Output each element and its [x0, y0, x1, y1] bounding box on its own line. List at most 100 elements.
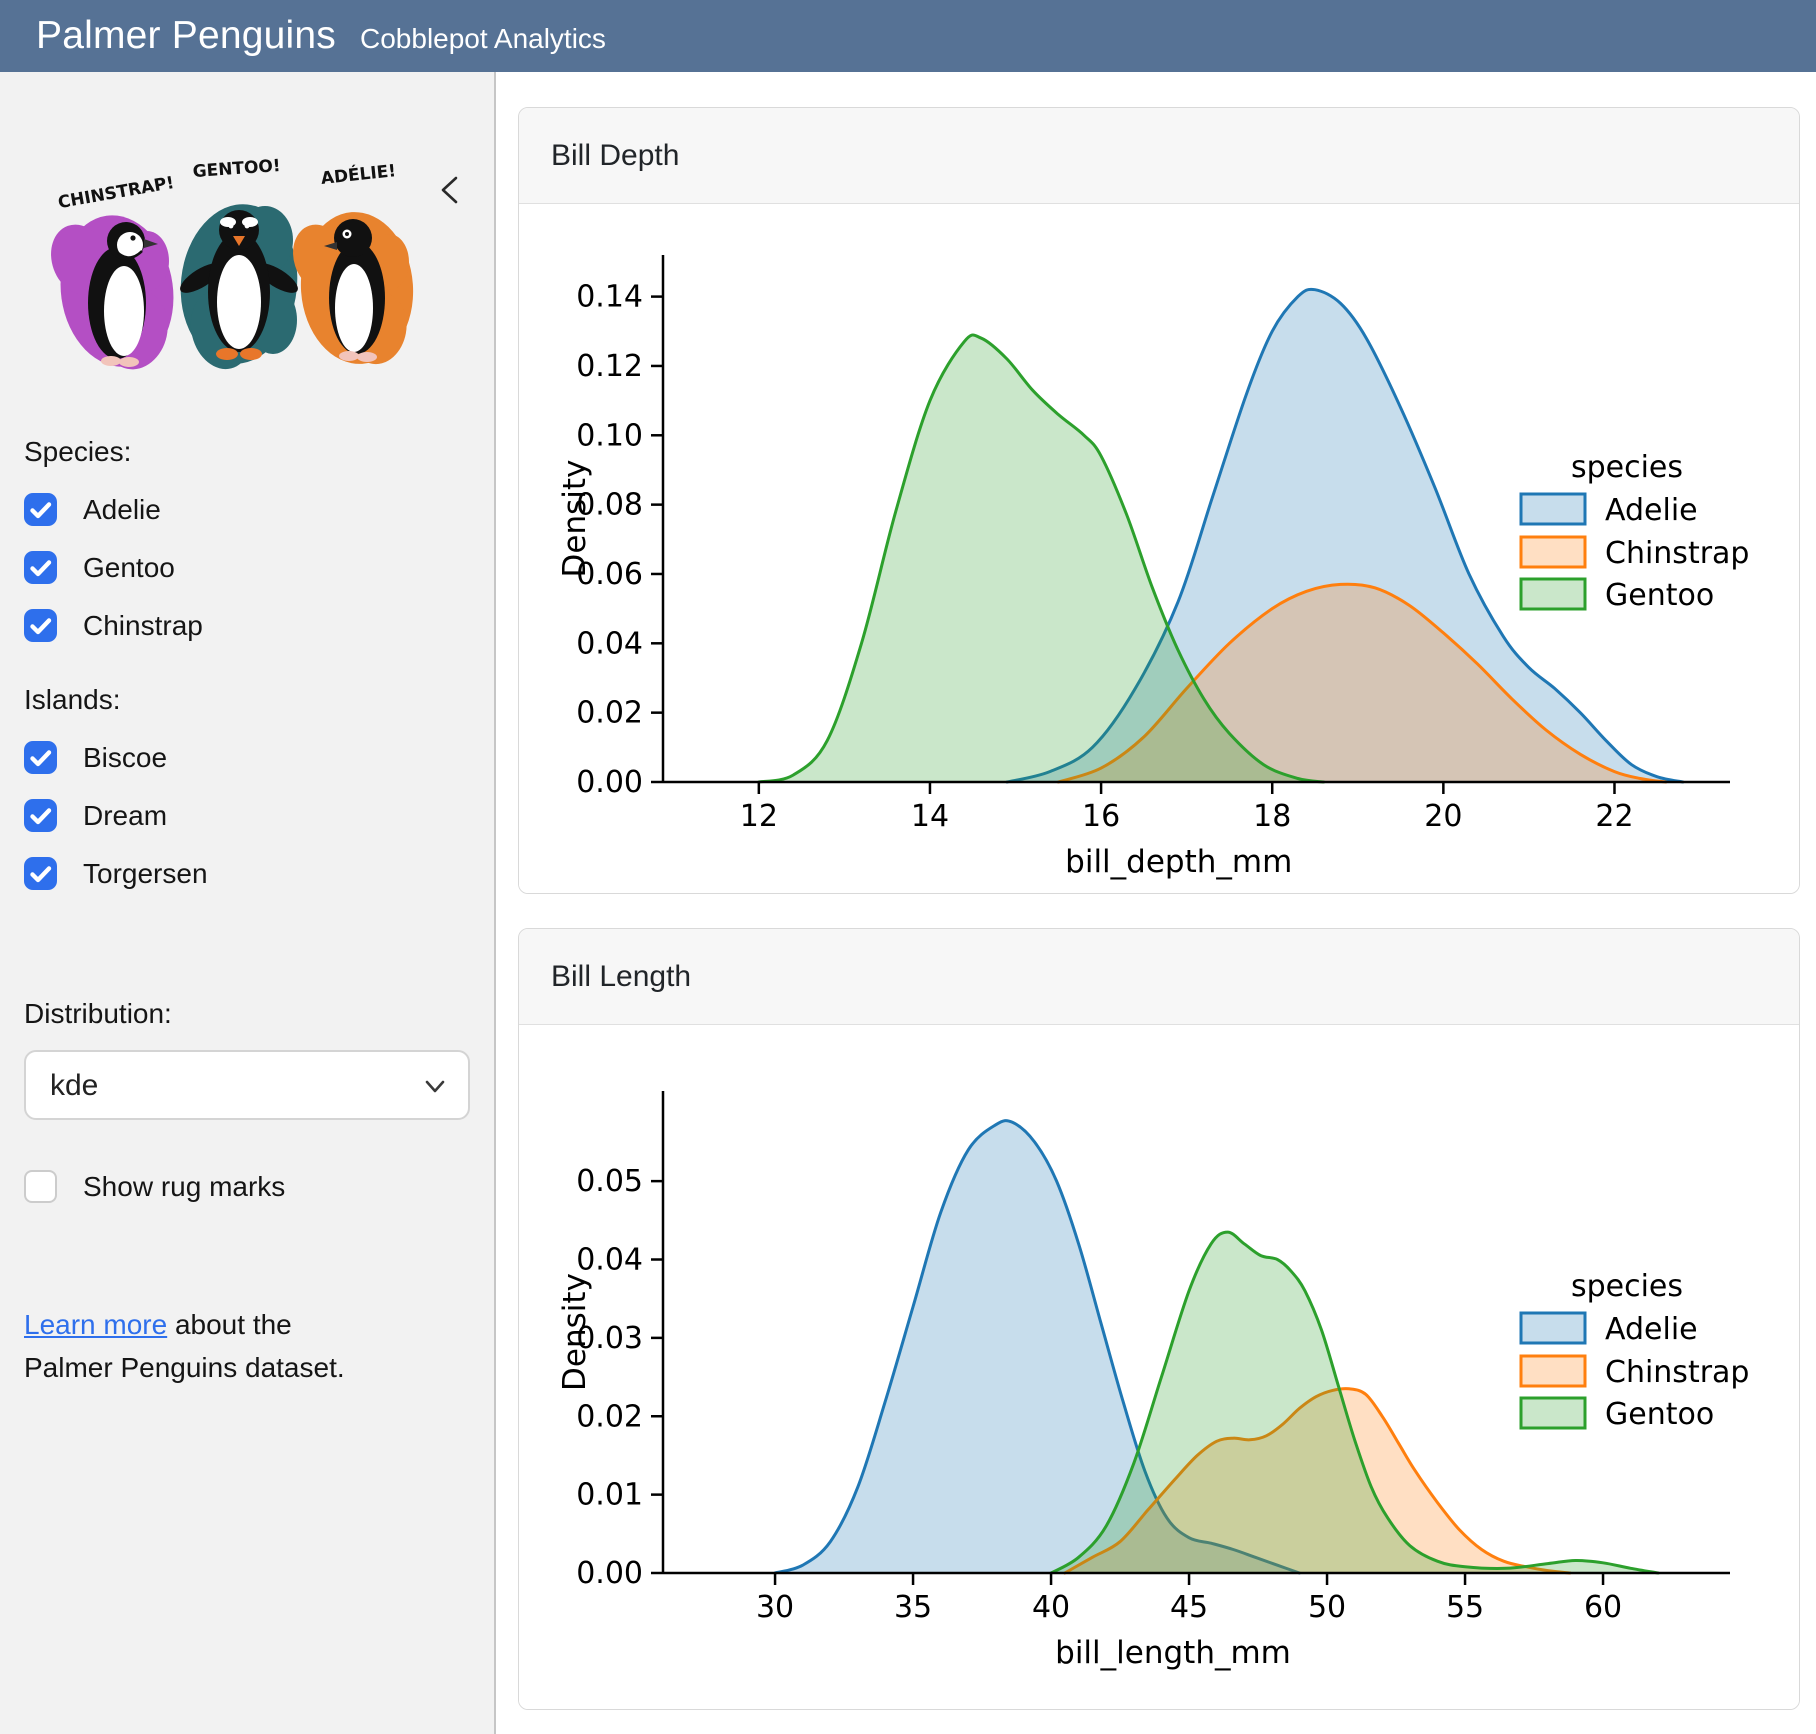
distribution-select[interactable]: kde	[24, 1050, 470, 1120]
bill-depth-card-body: 1214161820220.000.020.040.060.080.100.12…	[519, 204, 1799, 893]
rug-checkbox-label: Show rug marks	[83, 1171, 285, 1203]
islands-checklist: Biscoe Dream Torgersen	[24, 741, 470, 890]
y-tick-label: 0.05	[576, 1164, 643, 1199]
check-icon	[24, 551, 57, 584]
x-tick-label: 35	[894, 1590, 932, 1625]
sidebar: CHINSTRAP! GENTOO! ADÉLIE! Species: Adel…	[0, 72, 496, 1734]
x-axis-label: bill_depth_mm	[1065, 844, 1292, 880]
y-tick-label: 0.00	[576, 765, 643, 800]
learn-more-link[interactable]: Learn more	[24, 1309, 167, 1340]
islands-checkbox-biscoe[interactable]: Biscoe	[24, 741, 470, 774]
legend-label-gentoo: Gentoo	[1605, 578, 1714, 613]
bill-depth-card: Bill Depth 1214161820220.000.020.040.060…	[518, 107, 1800, 894]
legend-swatch-gentoo	[1521, 1398, 1585, 1428]
legend-swatch-adelie	[1521, 494, 1585, 524]
check-icon	[24, 799, 57, 832]
y-tick-label: 0.04	[576, 1243, 643, 1278]
y-axis-label: Density	[557, 460, 593, 578]
species-checkbox-gentoo[interactable]: Gentoo	[24, 551, 470, 584]
checkbox-label: Adelie	[83, 494, 161, 526]
legend-swatch-adelie	[1521, 1313, 1585, 1343]
legend-swatch-chinstrap	[1521, 1356, 1585, 1386]
x-tick-label: 45	[1170, 1590, 1208, 1625]
y-tick-label: 0.02	[576, 1399, 643, 1434]
sidebar-collapse-button[interactable]	[432, 172, 468, 208]
legend-label-chinstrap: Chinstrap	[1605, 1355, 1749, 1390]
y-tick-label: 0.01	[576, 1478, 643, 1513]
species-checklist: Adelie Gentoo Chinstrap	[24, 493, 470, 642]
checkbox-checked-icon[interactable]	[24, 609, 57, 642]
y-tick-label: 0.10	[576, 418, 643, 453]
checkbox-checked-icon[interactable]	[24, 741, 57, 774]
bill-depth-card-title: Bill Depth	[551, 139, 679, 173]
app-header-titles: Palmer Penguins Cobblepot Analytics	[36, 14, 606, 58]
artwork-label-gentoo: GENTOO!	[192, 156, 281, 182]
legend-label-chinstrap: Chinstrap	[1605, 536, 1749, 571]
y-tick-label: 0.14	[576, 280, 643, 315]
x-tick-label: 16	[1082, 799, 1120, 834]
distribution-label: Distribution:	[24, 998, 470, 1030]
checkbox-label: Gentoo	[83, 552, 175, 584]
x-tick-label: 40	[1032, 1590, 1070, 1625]
legend-label-adelie: Adelie	[1605, 1312, 1698, 1347]
bill-length-kde-chart: 303540455055600.000.010.020.030.040.05bi…	[519, 1025, 1799, 1709]
check-icon	[24, 493, 57, 526]
check-icon	[24, 741, 57, 774]
islands-section-label: Islands:	[24, 684, 470, 716]
legend-swatch-chinstrap	[1521, 537, 1585, 567]
bill-length-card-body: 303540455055600.000.010.020.030.040.05bi…	[519, 1025, 1799, 1709]
bill-length-card: Bill Length 30 35 40 45 50 55 60 0.00 0.01 0.02 0.…	[518, 928, 1800, 1710]
y-tick-label: 0.00	[576, 1556, 643, 1591]
legend-swatch-gentoo	[1521, 579, 1585, 609]
x-tick-label: 55	[1446, 1590, 1484, 1625]
species-checkbox-chinstrap[interactable]: Chinstrap	[24, 609, 470, 642]
x-tick-label: 60	[1584, 1590, 1622, 1625]
species-section-label: Species:	[24, 436, 470, 468]
rug-checkbox-row[interactable]: Show rug marks	[24, 1170, 470, 1203]
checkbox-label: Torgersen	[83, 858, 208, 890]
x-tick-label: 14	[911, 799, 949, 834]
chevron-left-icon	[432, 172, 468, 208]
app-title: Palmer Penguins	[36, 14, 336, 58]
bill-depth-kde-chart: 1214161820220.000.020.040.060.080.100.12…	[519, 204, 1799, 893]
legend-label-adelie: Adelie	[1605, 493, 1698, 528]
artwork-label-chinstrap: CHINSTRAP!	[57, 173, 176, 213]
species-checkbox-adelie[interactable]: Adelie	[24, 493, 470, 526]
bill-length-card-header: Bill Length	[519, 929, 1799, 1025]
bill-length-card-title: Bill Length	[551, 960, 691, 994]
artwork-label-adelie: ADÉLIE!	[320, 159, 397, 189]
penguins-artwork-image: CHINSTRAP! GENTOO! ADÉLIE!	[27, 106, 467, 396]
x-tick-label: 30	[756, 1590, 794, 1625]
checkbox-checked-icon[interactable]	[24, 551, 57, 584]
y-tick-label: 0.12	[576, 349, 643, 384]
check-icon	[24, 609, 57, 642]
app-subtitle: Cobblepot Analytics	[360, 23, 606, 55]
check-icon	[24, 857, 57, 890]
bill-depth-card-header: Bill Depth	[519, 108, 1799, 204]
x-tick-label: 22	[1595, 799, 1633, 834]
islands-checkbox-torgersen[interactable]: Torgersen	[24, 857, 470, 890]
checkbox-label: Chinstrap	[83, 610, 203, 642]
y-tick-label: 0.02	[576, 696, 643, 731]
islands-checkbox-dream[interactable]: Dream	[24, 799, 470, 832]
rug-checkbox[interactable]	[24, 1170, 57, 1203]
legend-label-gentoo: Gentoo	[1605, 1397, 1714, 1432]
x-axis-label: bill_length_mm	[1055, 1635, 1291, 1671]
x-tick-label: 20	[1424, 799, 1462, 834]
distribution-select-wrap: kde	[24, 1050, 470, 1120]
checkbox-label: Biscoe	[83, 742, 167, 774]
x-tick-label: 50	[1308, 1590, 1346, 1625]
app-root: Palmer Penguins Cobblepot Analytics	[0, 0, 1816, 1734]
checkbox-checked-icon[interactable]	[24, 493, 57, 526]
checkbox-checked-icon[interactable]	[24, 799, 57, 832]
legend-title: species	[1571, 450, 1683, 485]
legend-title: species	[1571, 1269, 1683, 1304]
x-tick-label: 18	[1253, 799, 1291, 834]
checkbox-checked-icon[interactable]	[24, 857, 57, 890]
app-body: CHINSTRAP! GENTOO! ADÉLIE! Species: Adel…	[0, 72, 1816, 1734]
x-tick-label: 12	[740, 799, 778, 834]
app-header: Palmer Penguins Cobblepot Analytics	[0, 0, 1816, 72]
checkbox-label: Dream	[83, 800, 167, 832]
y-axis-label: Density	[557, 1273, 593, 1391]
main-content: Bill Depth 1214161820220.000.020.040.060…	[496, 72, 1816, 1734]
